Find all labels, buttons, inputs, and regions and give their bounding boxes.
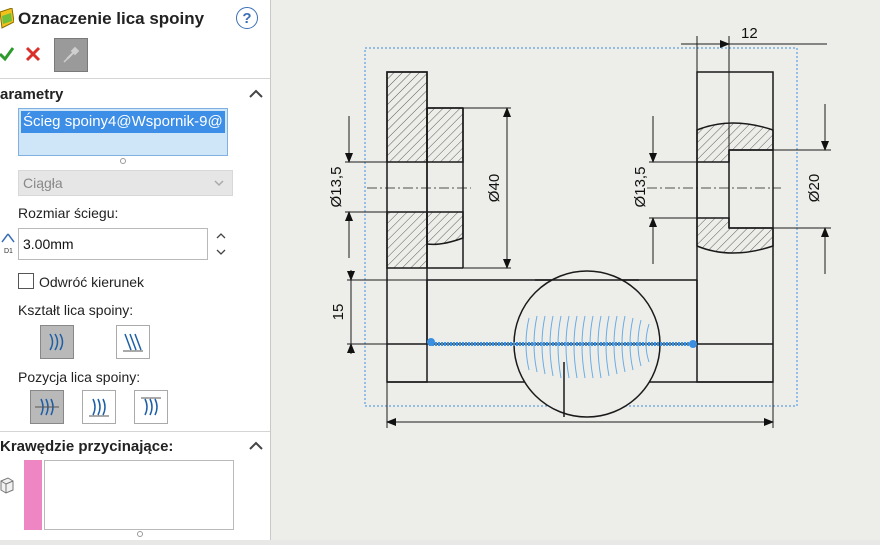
- property-manager-panel: Oznaczenie lica spoiny ? arametry Ścieg …: [0, 0, 271, 540]
- face-position-center-button[interactable]: [30, 390, 64, 424]
- dim-right-dia-20[interactable]: Ø20: [806, 174, 823, 202]
- parameters-section-header[interactable]: arametry: [0, 86, 63, 103]
- chevron-up-icon[interactable]: [249, 441, 263, 451]
- help-button[interactable]: ?: [236, 7, 258, 29]
- dim-left-big-dia[interactable]: Ø40: [486, 174, 503, 202]
- weld-bead-feature-icon: [0, 8, 14, 29]
- trim-edges-section-header[interactable]: Krawędzie przycinające:: [0, 438, 173, 455]
- selected-entity-item[interactable]: Ścieg spoiny4@Wspornik-9@: [21, 111, 225, 133]
- face-shape-convex-button[interactable]: [40, 325, 74, 359]
- pin-button[interactable]: [54, 38, 88, 72]
- panel-title: Oznaczenie lica spoiny: [18, 9, 205, 28]
- bead-size-input[interactable]: 3.00mm: [18, 228, 208, 260]
- dimension-icon-label: D1: [4, 248, 13, 255]
- weld-type-dropdown[interactable]: Ciągła: [18, 170, 233, 196]
- reverse-direction-checkbox[interactable]: [18, 273, 34, 289]
- weld-flat-icon: [123, 333, 143, 352]
- weld-position-start-icon: [89, 398, 109, 417]
- edge-selection-icon: [0, 477, 14, 494]
- dim-height[interactable]: 15: [330, 304, 347, 321]
- resize-handle[interactable]: [137, 531, 143, 537]
- weld-type-value: Ciągła: [23, 175, 63, 191]
- dim-right-small-dia[interactable]: Ø13,5: [632, 167, 649, 208]
- technical-drawing: 12 Ø13,5 Ø40 Ø13,5 Ø20 15: [328, 25, 831, 428]
- weld-convex-icon: [49, 333, 64, 351]
- ok-button[interactable]: [0, 46, 14, 62]
- bead-size-stepper[interactable]: [212, 228, 230, 260]
- help-icon: ?: [242, 10, 252, 27]
- face-position-end-button[interactable]: [134, 390, 168, 424]
- trim-edges-listbox[interactable]: [44, 460, 234, 530]
- dim-left-small-dia[interactable]: Ø13,5: [328, 167, 345, 208]
- weld-position-center-icon: [35, 398, 59, 416]
- stepper-arrows-icon: [216, 233, 226, 255]
- resize-handle[interactable]: [120, 158, 126, 164]
- face-position-label: Pozycja lica spoiny:: [18, 369, 141, 385]
- weld-position-end-icon: [141, 397, 161, 416]
- bead-size-label: Rozmiar ściegu:: [18, 205, 119, 221]
- face-shape-label: Kształt lica spoiny:: [18, 302, 134, 318]
- face-position-start-button[interactable]: [82, 390, 116, 424]
- selected-edges-listbox[interactable]: Ścieg spoiny4@Wspornik-9@: [18, 108, 228, 156]
- trim-edges-color-swatch: [24, 460, 42, 530]
- graphics-area[interactable]: 12 Ø13,5 Ø40 Ø13,5 Ø20 15: [271, 0, 880, 540]
- dim-top-width[interactable]: 12: [741, 25, 758, 42]
- face-shape-flat-button[interactable]: [116, 325, 150, 359]
- chevron-up-icon[interactable]: [249, 89, 263, 99]
- reverse-direction-label[interactable]: Odwróć kierunek: [39, 274, 144, 290]
- chevron-down-icon: [214, 180, 224, 187]
- cancel-button[interactable]: [25, 46, 41, 62]
- pushpin-icon: [63, 46, 80, 63]
